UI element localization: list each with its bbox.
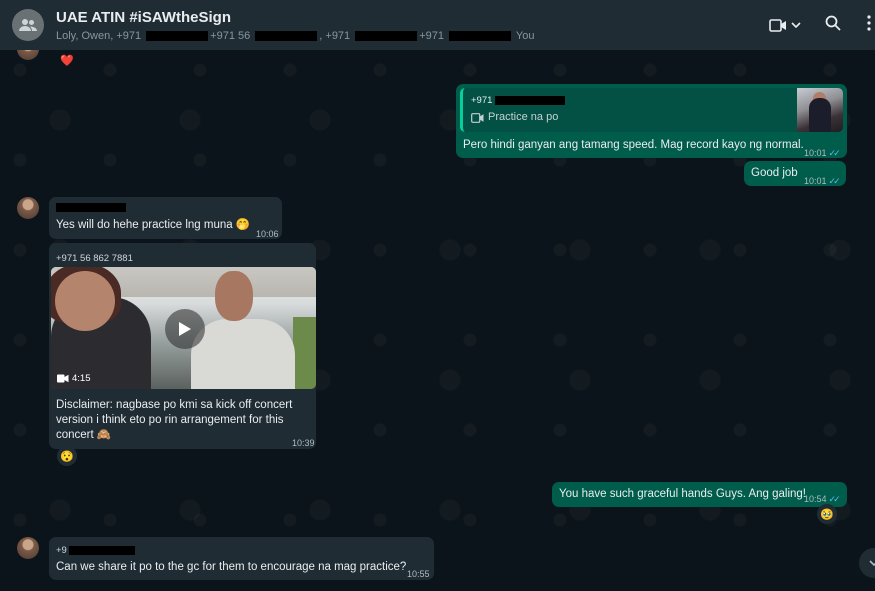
message-bubble-willdo[interactable]: Yes will do hehe practice lng muna 🤭 10:… bbox=[49, 197, 282, 239]
header-actions bbox=[769, 0, 875, 50]
play-button[interactable] bbox=[165, 309, 205, 349]
member-text: , +971 bbox=[319, 29, 354, 42]
chat-panel[interactable]: ❤️ +971 Practice na po Pero hindi ganyan… bbox=[0, 50, 875, 591]
read-ticks-icon: ✓✓ bbox=[828, 494, 841, 504]
redaction-bar bbox=[69, 545, 136, 555]
message-text: Can we share it po to the gc for them to… bbox=[56, 561, 407, 573]
menu-icon bbox=[867, 14, 871, 31]
member-text: You bbox=[513, 29, 535, 42]
redaction-bar bbox=[449, 30, 512, 41]
sender-name bbox=[56, 201, 126, 216]
quoted-sender: +971 bbox=[471, 93, 566, 108]
thumbnail-figure bbox=[809, 98, 831, 132]
play-icon bbox=[179, 322, 191, 336]
sender-name: +9 bbox=[56, 543, 136, 558]
group-members: Loly, Owen, +971 +971 56 , +971 +971 You bbox=[56, 30, 535, 42]
video-camera-icon bbox=[471, 112, 484, 123]
duration-text: 4:15 bbox=[72, 373, 91, 384]
people-icon bbox=[19, 19, 37, 31]
quoted-thumbnail bbox=[797, 88, 843, 132]
member-text: +971 bbox=[419, 29, 448, 42]
sender-text: +9 bbox=[56, 545, 67, 556]
reaction-emoji: 😯 bbox=[60, 450, 74, 463]
menu-button[interactable] bbox=[867, 14, 873, 36]
video-caption: Disclaimer: nagbase po kmi sa kick off c… bbox=[56, 399, 293, 441]
chat-header-info[interactable]: UAE ATIN #iSAWtheSign Loly, Owen, +971 +… bbox=[56, 9, 535, 42]
time-text: 10:01 bbox=[804, 148, 827, 158]
avatar[interactable] bbox=[17, 50, 39, 60]
redaction-bar bbox=[355, 30, 418, 41]
chevron-down-icon bbox=[869, 559, 875, 566]
video-duration: 4:15 bbox=[57, 371, 91, 386]
reaction-badge[interactable]: 🥹 bbox=[817, 504, 837, 524]
video-camera-icon bbox=[57, 374, 69, 383]
read-ticks-icon: ✓✓ bbox=[828, 176, 841, 186]
video-scene-plant bbox=[293, 317, 316, 389]
video-call-icon bbox=[769, 18, 786, 32]
video-thumbnail[interactable]: 4:15 bbox=[51, 267, 316, 389]
message-bubble-graceful[interactable]: You have such graceful hands Guys. Ang g… bbox=[552, 482, 847, 507]
message-text: Pero hindi ganyan ang tamang speed. Mag … bbox=[463, 139, 804, 151]
video-person-left-face bbox=[55, 271, 115, 331]
quoted-sender-text: +971 bbox=[471, 95, 493, 106]
time-text: 10:01 bbox=[804, 176, 827, 186]
message-time: 10:06 bbox=[256, 229, 279, 239]
redaction-bar bbox=[56, 203, 126, 213]
quoted-message[interactable]: +971 Practice na po bbox=[460, 88, 843, 132]
video-person-right-face bbox=[215, 271, 253, 321]
message-bubble-share[interactable]: +9 Can we share it po to the gc for them… bbox=[49, 537, 434, 580]
avatar[interactable] bbox=[17, 537, 39, 559]
sender-name: +971 56 862 7881 bbox=[56, 253, 133, 264]
heart-reaction: ❤️ bbox=[60, 54, 74, 67]
redaction-bar bbox=[255, 30, 318, 41]
reaction-badge[interactable]: ❤️ bbox=[57, 50, 77, 70]
reaction-emoji: 🥹 bbox=[820, 508, 834, 521]
chat-header[interactable]: UAE ATIN #iSAWtheSign Loly, Owen, +971 +… bbox=[0, 0, 875, 50]
message-text: Yes will do hehe practice lng muna 🤭 bbox=[56, 219, 251, 231]
message-time: 10:39 bbox=[292, 438, 315, 448]
group-title: UAE ATIN #iSAWtheSign bbox=[56, 8, 232, 26]
search-button[interactable] bbox=[825, 15, 841, 36]
video-person-right bbox=[191, 319, 295, 389]
message-bubble-video[interactable]: +971 56 862 7881 4:15 Disclaimer: nagbas… bbox=[49, 243, 316, 449]
search-icon bbox=[825, 15, 841, 31]
message-text: You have such graceful hands Guys. Ang g… bbox=[559, 488, 806, 500]
member-text: Loly, Owen, +971 bbox=[56, 29, 145, 42]
avatar[interactable] bbox=[17, 197, 39, 219]
time-text: 10:54 bbox=[804, 494, 827, 504]
quoted-content: Practice na po bbox=[471, 110, 558, 125]
redaction-bar bbox=[146, 30, 209, 41]
message-time: 10:55 bbox=[407, 569, 430, 579]
group-avatar-icon[interactable] bbox=[12, 9, 44, 41]
message-bubble-goodjob[interactable]: Good job 10:01 ✓✓ bbox=[744, 161, 846, 186]
chevron-down-icon bbox=[791, 21, 801, 28]
quoted-text: Practice na po bbox=[488, 111, 559, 123]
message-text: Good job bbox=[751, 167, 798, 179]
message-time: 10:01 ✓✓ bbox=[804, 174, 841, 189]
redaction-bar bbox=[495, 95, 566, 105]
message-bubble-reply[interactable]: +971 Practice na po Pero hindi ganyan an… bbox=[456, 84, 847, 158]
message-time: 10:01 ✓✓ bbox=[804, 146, 841, 161]
member-text: +971 56 bbox=[210, 29, 254, 42]
video-call-button[interactable] bbox=[769, 18, 801, 32]
scroll-down-button[interactable] bbox=[859, 548, 875, 578]
reaction-badge[interactable]: 😯 bbox=[57, 446, 77, 466]
read-ticks-icon: ✓✓ bbox=[828, 148, 841, 158]
